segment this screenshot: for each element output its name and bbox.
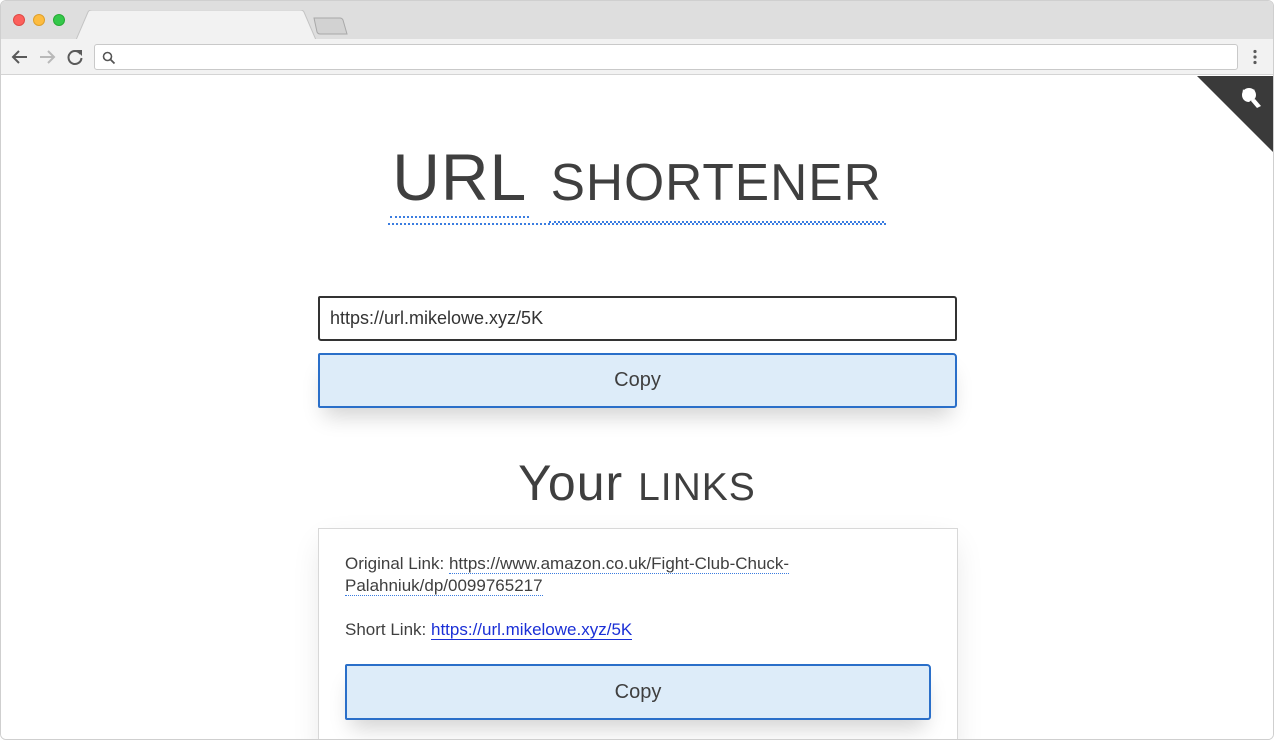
original-link-row: Original Link: https://www.amazon.co.uk/…: [345, 553, 795, 597]
new-tab-button[interactable]: [312, 17, 348, 35]
link-card: Original Link: https://www.amazon.co.uk/…: [318, 528, 958, 739]
links-section-title: Your Links: [1, 454, 1273, 512]
links-title-second: Links: [638, 466, 756, 509]
short-link[interactable]: https://url.mikelowe.xyz/5K: [431, 620, 633, 640]
copy-button[interactable]: Copy: [318, 353, 957, 408]
browser-window: URL Shortener Copy Your Links Original L…: [0, 0, 1274, 740]
browser-tab-active[interactable]: [76, 10, 316, 40]
browser-menu-icon[interactable]: [1246, 48, 1264, 66]
original-link-label: Original Link:: [345, 554, 445, 573]
address-input[interactable]: [123, 47, 1223, 67]
maximize-window-button[interactable]: [53, 14, 65, 26]
short-url-field[interactable]: [318, 296, 957, 341]
tab-strip: [1, 1, 1273, 40]
links-title-first: Your: [518, 455, 624, 511]
page-title-first: URL: [390, 138, 530, 218]
back-arrow-icon[interactable]: [10, 47, 30, 67]
page-title-underline: URL Shortener: [388, 138, 886, 225]
page-viewport: URL Shortener Copy Your Links Original L…: [1, 76, 1273, 739]
search-icon: [102, 50, 116, 65]
address-bar[interactable]: [94, 44, 1238, 70]
short-link-row: Short Link: https://url.mikelowe.xyz/5K: [345, 619, 795, 641]
reload-icon[interactable]: [65, 47, 85, 67]
copy-short-link-button[interactable]: Copy: [345, 664, 931, 720]
short-link-label: Short Link:: [345, 620, 427, 639]
forward-arrow-icon[interactable]: [37, 47, 57, 67]
page-title-second: Shortener: [548, 143, 884, 223]
close-window-button[interactable]: [13, 14, 25, 26]
page-title: URL Shortener: [1, 138, 1273, 225]
minimize-window-button[interactable]: [33, 14, 45, 26]
browser-toolbar: [1, 39, 1273, 75]
